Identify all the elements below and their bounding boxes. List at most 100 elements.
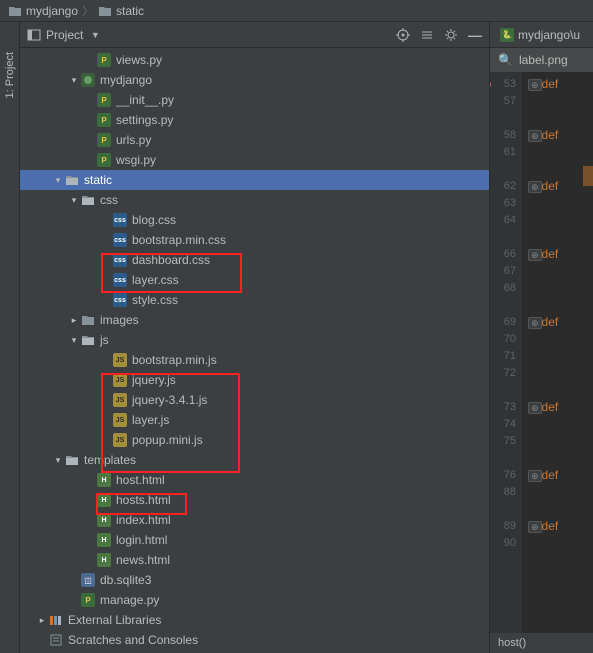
line-number[interactable]	[490, 297, 516, 314]
tree-file[interactable]: JSlayer.js	[20, 410, 489, 430]
code-line[interactable]	[528, 501, 593, 518]
tree-file[interactable]: Hhosts.html	[20, 490, 489, 510]
line-number[interactable]: 64	[490, 212, 516, 229]
collapse-all-icon[interactable]	[419, 27, 435, 43]
tree-file[interactable]: P__init__.py	[20, 90, 489, 110]
code-line[interactable]	[528, 365, 593, 382]
code-line[interactable]: ⊕def	[528, 76, 593, 93]
code-line[interactable]: ⊕def	[528, 246, 593, 263]
line-number[interactable]: 57	[490, 93, 516, 110]
line-number[interactable]: 71	[490, 348, 516, 365]
tool-tab-project[interactable]: 1: Project	[4, 52, 16, 98]
tree-file[interactable]: Hindex.html	[20, 510, 489, 530]
tree-file[interactable]: cssstyle.css	[20, 290, 489, 310]
tree-folder[interactable]: ▸images	[20, 310, 489, 330]
line-number[interactable]: 76	[490, 467, 516, 484]
breakpoint-icon[interactable]	[490, 80, 491, 89]
code-line[interactable]	[528, 93, 593, 110]
code-line[interactable]	[528, 484, 593, 501]
code-line[interactable]	[528, 535, 593, 552]
expand-arrow-icon[interactable]: ▸	[36, 615, 48, 626]
code-line[interactable]: ⊕def	[528, 399, 593, 416]
code-line[interactable]	[528, 280, 593, 297]
line-number[interactable]: 61	[490, 144, 516, 161]
gear-icon[interactable]	[443, 27, 459, 43]
editor-tab[interactable]: 🐍 mydjango\u	[496, 28, 584, 42]
tree-file[interactable]: csslayer.css	[20, 270, 489, 290]
line-number[interactable]: 72	[490, 365, 516, 382]
tree-folder[interactable]: ▾static	[20, 170, 489, 190]
tree-folder[interactable]: Scratches and Consoles	[20, 630, 489, 650]
line-number[interactable]: 58	[490, 127, 516, 144]
line-number[interactable]	[490, 110, 516, 127]
line-number[interactable]	[490, 382, 516, 399]
line-number[interactable]: 75	[490, 433, 516, 450]
line-number[interactable]	[490, 450, 516, 467]
locate-icon[interactable]	[395, 27, 411, 43]
code-line[interactable]: ⊕def	[528, 467, 593, 484]
editor-code[interactable]: ⊕def ⊕def ⊕def ⊕def ⊕def ⊕def ⊕def ⊕def	[522, 72, 593, 653]
find-input[interactable]	[519, 53, 585, 67]
code-line[interactable]	[528, 110, 593, 127]
tree-file[interactable]: Hnews.html	[20, 550, 489, 570]
tree-file[interactable]: Purls.py	[20, 130, 489, 150]
code-line[interactable]: ⊕def	[528, 127, 593, 144]
line-number[interactable]: 90	[490, 535, 516, 552]
code-line[interactable]	[528, 195, 593, 212]
tree-file[interactable]: Pmanage.py	[20, 590, 489, 610]
line-number[interactable]: 68	[490, 280, 516, 297]
tree-file[interactable]: JSpopup.mini.js	[20, 430, 489, 450]
code-line[interactable]	[528, 297, 593, 314]
line-number[interactable]: 69	[490, 314, 516, 331]
line-number[interactable]	[490, 501, 516, 518]
tree-folder[interactable]: ▾css	[20, 190, 489, 210]
code-line[interactable]: ⊕def	[528, 314, 593, 331]
dropdown-arrow-icon[interactable]: ▼	[87, 27, 103, 43]
tree-file[interactable]: Pwsgi.py	[20, 150, 489, 170]
code-line[interactable]	[528, 144, 593, 161]
expand-arrow-icon[interactable]: ▾	[68, 335, 80, 346]
tree-folder[interactable]: ▸External Libraries	[20, 610, 489, 630]
tree-folder[interactable]: ▾js	[20, 330, 489, 350]
expand-arrow-icon[interactable]: ▾	[52, 175, 64, 186]
code-line[interactable]	[528, 433, 593, 450]
line-number[interactable]: 53	[490, 76, 516, 93]
code-line[interactable]	[528, 229, 593, 246]
tree-file[interactable]: JSjquery-3.4.1.js	[20, 390, 489, 410]
line-number[interactable]: 73	[490, 399, 516, 416]
editor-gutter[interactable]: 5357586162636466676869707172737475768889…	[490, 72, 522, 653]
editor-tabs[interactable]: 🐍 mydjango\u	[490, 22, 593, 48]
line-number[interactable]: 66	[490, 246, 516, 263]
code-line[interactable]	[528, 416, 593, 433]
tree-file[interactable]: JSbootstrap.min.js	[20, 350, 489, 370]
code-line[interactable]	[528, 450, 593, 467]
code-line[interactable]	[528, 382, 593, 399]
line-number[interactable]: 88	[490, 484, 516, 501]
expand-arrow-icon[interactable]: ▾	[68, 75, 80, 86]
line-number[interactable]: 70	[490, 331, 516, 348]
expand-arrow-icon[interactable]: ▾	[68, 195, 80, 206]
tree-file[interactable]: cssblog.css	[20, 210, 489, 230]
tree-file[interactable]: Psettings.py	[20, 110, 489, 130]
tree-file[interactable]: cssbootstrap.min.css	[20, 230, 489, 250]
tree-folder[interactable]: ▾mydjango	[20, 70, 489, 90]
tree-folder[interactable]: ▾templates	[20, 450, 489, 470]
tree-file[interactable]: Hlogin.html	[20, 530, 489, 550]
code-line[interactable]	[528, 263, 593, 280]
line-number[interactable]: 67	[490, 263, 516, 280]
breadcrumb-folder[interactable]: static	[116, 4, 144, 18]
line-number[interactable]	[490, 161, 516, 178]
code-line[interactable]	[528, 348, 593, 365]
tree-file[interactable]: ◫db.sqlite3	[20, 570, 489, 590]
line-number[interactable]: 63	[490, 195, 516, 212]
tree-file[interactable]: Hhost.html	[20, 470, 489, 490]
code-line[interactable]	[528, 212, 593, 229]
line-number[interactable]: 89	[490, 518, 516, 535]
tree-file[interactable]: JSjquery.js	[20, 370, 489, 390]
code-line[interactable]	[528, 331, 593, 348]
hide-icon[interactable]: —	[467, 27, 483, 43]
expand-arrow-icon[interactable]: ▾	[52, 455, 64, 466]
find-bar[interactable]: 🔍	[490, 48, 593, 72]
line-number[interactable]: 62	[490, 178, 516, 195]
expand-arrow-icon[interactable]: ▸	[68, 315, 80, 326]
